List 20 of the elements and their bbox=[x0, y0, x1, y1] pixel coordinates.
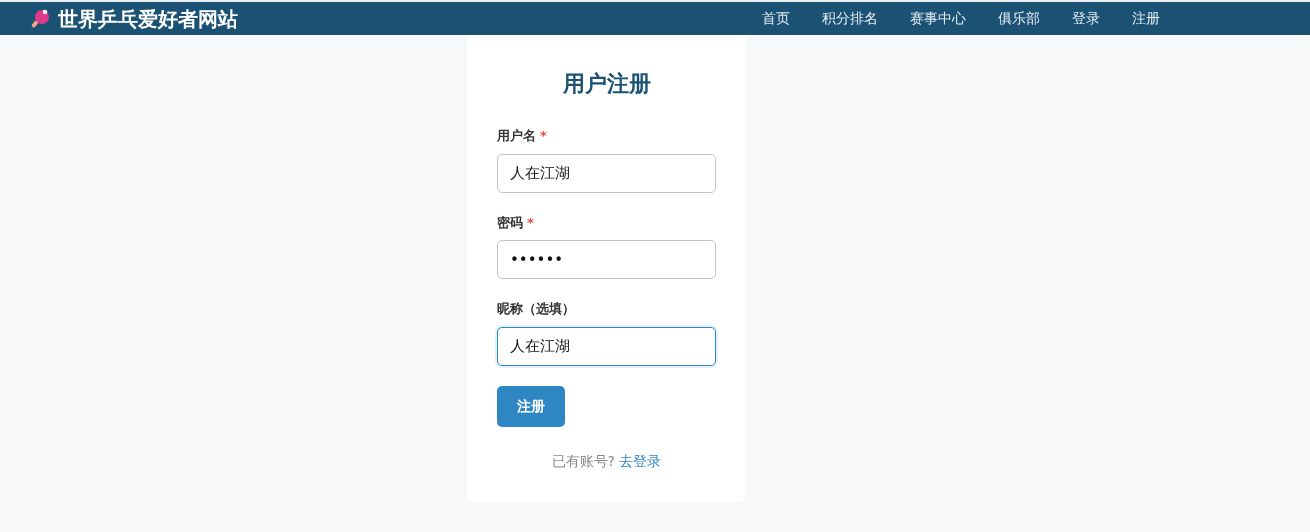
form-title: 用户注册 bbox=[561, 70, 652, 98]
input-field[interactable]: 人在江湖 bbox=[497, 153, 716, 193]
required-mark: * bbox=[540, 128, 547, 143]
footer-text: 已有账号? bbox=[551, 452, 615, 469]
field-label: 密码 bbox=[497, 214, 523, 230]
site-title: 世界乒乓爱好者网站 bbox=[58, 5, 238, 33]
register-button[interactable]: 注册 bbox=[497, 385, 565, 427]
login-link[interactable]: 去登录 bbox=[619, 452, 662, 469]
field-label: 用户名 bbox=[497, 128, 536, 143]
required-mark: * bbox=[527, 214, 534, 230]
input-field[interactable]: 人在江湖 bbox=[497, 326, 716, 366]
field-label: 昵称（选填） bbox=[497, 301, 575, 316]
nav-link[interactable]: 首页 bbox=[746, 8, 806, 29]
nav-link[interactable]: 积分排名 bbox=[806, 8, 894, 29]
nav-link[interactable]: 登录 bbox=[1056, 8, 1116, 29]
nav-link[interactable]: 俱乐部 bbox=[982, 8, 1056, 29]
input-field[interactable]: •••••• bbox=[497, 240, 716, 279]
nav-link[interactable]: 注册 bbox=[1116, 8, 1176, 29]
nav-link[interactable]: 赛事中心 bbox=[894, 8, 982, 29]
ping-pong-paddle-icon bbox=[30, 8, 50, 29]
